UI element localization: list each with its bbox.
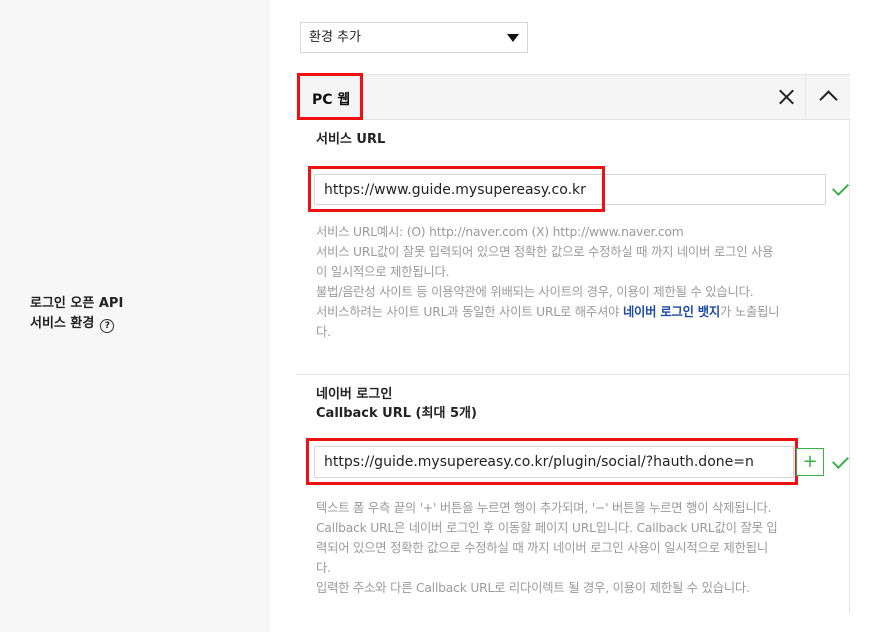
help-line: 입력한 주소와 다른 Callback URL로 리다이렉트 될 경우, 이용이… bbox=[316, 581, 750, 595]
section-divider bbox=[296, 374, 849, 375]
help-line: 서비스하려는 사이트 URL과 동일한 사이트 URL로 해주셔야 네이버 로그… bbox=[316, 302, 832, 322]
pc-web-panel-header: PC 웹 bbox=[296, 73, 850, 120]
chevron-up-icon[interactable] bbox=[808, 75, 848, 120]
callback-url-label: 네이버 로그인 Callback URL (최대 5개) bbox=[316, 385, 477, 423]
left-column: 로그인 오픈 API 서비스 환경? bbox=[0, 0, 270, 632]
callback-url-help: 텍스트 폼 우측 끝의 '+' 버튼을 누르면 행이 추가되며, '−' 버튼을… bbox=[316, 498, 832, 598]
callback-url-label-line2: Callback URL (최대 5개) bbox=[316, 406, 477, 421]
help-text: 가 노출됩니 bbox=[720, 305, 780, 319]
service-env-label: 로그인 오픈 API 서비스 환경? bbox=[30, 294, 123, 334]
add-environment-select[interactable]: 환경 추가 bbox=[300, 22, 528, 53]
help-text: 서비스하려는 사이트 URL과 동일한 사이트 URL로 해주셔야 bbox=[316, 305, 623, 319]
close-icon[interactable] bbox=[766, 75, 806, 120]
service-url-label: 서비스 URL bbox=[316, 132, 386, 147]
valid-check-icon bbox=[832, 452, 849, 469]
help-icon[interactable]: ? bbox=[100, 319, 115, 333]
help-line: 다. bbox=[316, 561, 331, 575]
help-line: 텍스트 폼 우측 끝의 '+' 버튼을 누르면 행이 추가되며, '−' 버튼을… bbox=[316, 501, 772, 515]
service-env-label-line2: 서비스 환경? bbox=[30, 314, 123, 334]
help-line: 이 일시적으로 제한됩니다. bbox=[316, 265, 450, 279]
help-line: 불법/음란성 사이트 등 이용약관에 위배되는 사이트의 경우, 이용이 제한될… bbox=[316, 285, 754, 299]
naver-login-badge-text: 네이버 로그인 뱃지 bbox=[622, 305, 721, 319]
service-url-help: 서비스 URL예시: (O) http://naver.com (X) http… bbox=[316, 222, 832, 342]
help-line: 다. bbox=[316, 325, 331, 339]
dropdown-arrow-icon bbox=[507, 34, 519, 42]
pc-web-title-highlight bbox=[297, 73, 363, 120]
help-line: 력되어 있으면 정확한 값으로 수정하실 때 까지 네이버 로그인 사용이 일시… bbox=[316, 541, 768, 555]
service-env-label-line1: 로그인 오픈 API bbox=[30, 296, 124, 311]
add-callback-button[interactable]: + bbox=[796, 448, 824, 476]
add-environment-select-value: 환경 추가 bbox=[309, 30, 361, 45]
help-line: Callback URL은 네이버 로그인 후 이동할 페이지 URL입니다. … bbox=[316, 521, 778, 535]
help-line: 서비스 URL값이 잘못 입력되어 있으면 정확한 값으로 수정하실 때 까지 … bbox=[316, 245, 774, 259]
help-line: 서비스 URL예시: (O) http://naver.com (X) http… bbox=[316, 225, 684, 239]
pc-web-panel: PC 웹 서비스 URL 서비스 URL예시: (O) http://naver… bbox=[296, 73, 850, 614]
callback-url-label-line1: 네이버 로그인 bbox=[316, 387, 393, 402]
valid-check-icon bbox=[832, 179, 849, 196]
service-url-highlight bbox=[308, 166, 605, 212]
service-env-label-text: 서비스 환경 bbox=[30, 316, 95, 331]
callback-url-highlight bbox=[306, 438, 798, 485]
